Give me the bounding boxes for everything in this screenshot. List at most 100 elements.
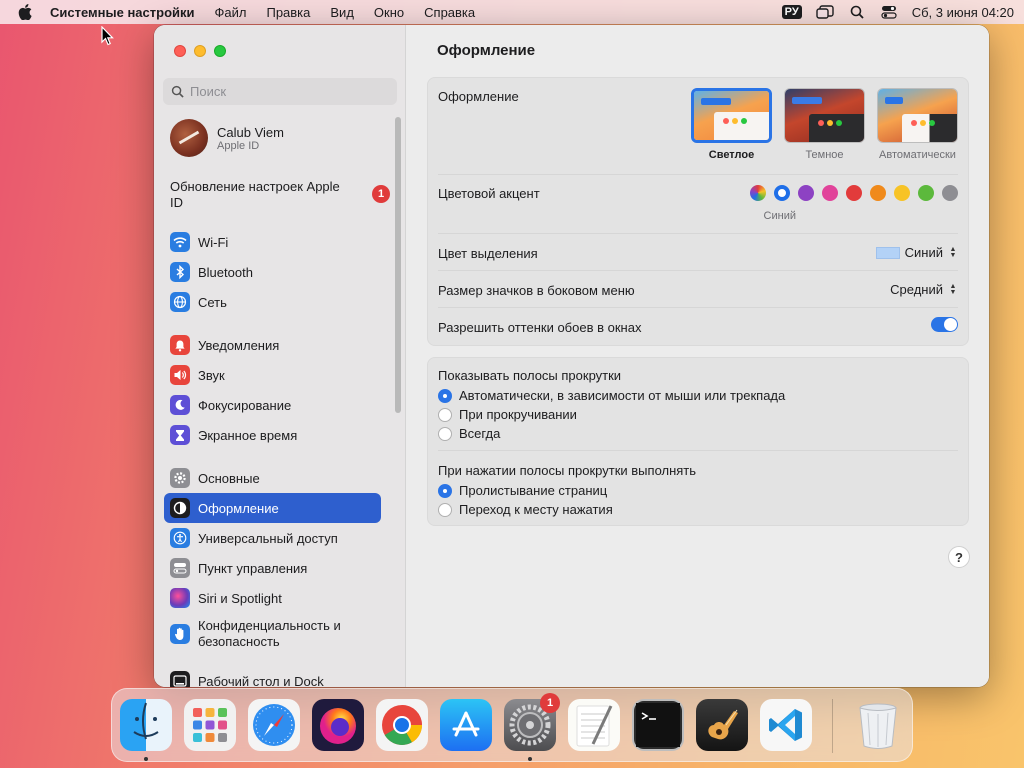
dock-app-launchpad[interactable] bbox=[184, 699, 236, 751]
appearance-option-dark[interactable]: Темное bbox=[784, 88, 865, 161]
apple-id-profile[interactable]: Calub Viem Apple ID bbox=[170, 119, 284, 157]
radio-label: При прокручивании bbox=[459, 407, 577, 422]
sidebar: Поиск Calub Viem Apple ID Обновление нас… bbox=[154, 25, 406, 687]
appearance-label: Оформление bbox=[438, 89, 519, 104]
control-center-icon[interactable] bbox=[880, 5, 898, 19]
highlight-color-popup[interactable]: Синий ▲ ▼ bbox=[875, 245, 958, 260]
zoom-window-button[interactable] bbox=[214, 45, 226, 57]
radio-button[interactable] bbox=[438, 483, 452, 498]
minimize-window-button[interactable] bbox=[194, 45, 206, 57]
radio-label: Всегда bbox=[459, 426, 501, 441]
wallpaper-tinting-toggle[interactable] bbox=[931, 317, 958, 332]
light-mode-thumbnail bbox=[691, 88, 772, 143]
sidebar-icon-size-popup[interactable]: Средний ▲ ▼ bbox=[890, 282, 958, 297]
radio-button[interactable] bbox=[438, 388, 452, 403]
accent-graphite[interactable] bbox=[942, 185, 958, 201]
sidebar-item-general[interactable]: Основные bbox=[164, 463, 381, 493]
sidebar-item-notifications[interactable]: Уведомления bbox=[164, 330, 381, 360]
apple-id-update-item[interactable]: Обновление настроек Apple ID 1 bbox=[170, 179, 390, 211]
radio-label: Автоматически, в зависимости от мыши или… bbox=[459, 388, 786, 403]
sidebar-item-sound[interactable]: Звук bbox=[164, 360, 381, 390]
accent-yellow[interactable] bbox=[894, 185, 910, 201]
menu-view[interactable]: Вид bbox=[320, 5, 364, 20]
radio-label: Переход к месту нажатия bbox=[459, 502, 613, 517]
sidebar-item-bluetooth[interactable]: Bluetooth bbox=[164, 257, 381, 287]
menu-edit[interactable]: Правка bbox=[256, 5, 320, 20]
radio-label: Пролистывание страниц bbox=[459, 483, 608, 498]
sidebar-item-control-center[interactable]: Пункт управления bbox=[164, 553, 381, 583]
sidebar-icon-size-value: Средний bbox=[890, 282, 943, 297]
stage-manager-icon[interactable] bbox=[816, 5, 834, 19]
dock-app-safari[interactable] bbox=[248, 699, 300, 751]
sidebar-item-wifi[interactable]: Wi-Fi bbox=[164, 227, 381, 257]
accent-red[interactable] bbox=[846, 185, 862, 201]
sidebar-item-desktop-dock[interactable]: Рабочий стол и Dock bbox=[164, 666, 381, 687]
dock-app-app-store[interactable] bbox=[440, 699, 492, 751]
scrollbars-option-always[interactable]: Всегда bbox=[438, 424, 785, 443]
spotlight-search-icon[interactable] bbox=[848, 5, 866, 19]
network-globe-icon bbox=[170, 292, 190, 312]
menu-window[interactable]: Окно bbox=[364, 5, 414, 20]
accent-color-swatches bbox=[750, 185, 958, 201]
menu-file[interactable]: Файл bbox=[205, 5, 257, 20]
firefox-icon bbox=[320, 708, 356, 744]
accent-purple[interactable] bbox=[798, 185, 814, 201]
close-window-button[interactable] bbox=[174, 45, 186, 57]
appearance-pane: Оформление Оформление Светлое Темное Авт… bbox=[406, 25, 989, 687]
popup-chevron-icon: ▲ ▼ bbox=[949, 245, 957, 259]
dock-app-firefox[interactable] bbox=[312, 699, 364, 751]
menu-app-name[interactable]: Системные настройки bbox=[40, 5, 205, 20]
sidebar-item-network[interactable]: Сеть bbox=[164, 287, 381, 317]
sidebar-item-screen-time[interactable]: Экранное время bbox=[164, 420, 381, 450]
search-placeholder: Поиск bbox=[190, 84, 227, 99]
menu-clock[interactable]: Сб, 3 июня 04:20 bbox=[912, 5, 1014, 20]
scrollbars-option-scrolling[interactable]: При прокручивании bbox=[438, 405, 785, 424]
scrollbar-settings-card: Показывать полосы прокрутки Автоматическ… bbox=[427, 357, 969, 526]
sidebar-icon-size-row: Размер значков в боковом меню Средний ▲ ▼ bbox=[438, 271, 958, 308]
sidebar-item-appearance[interactable]: Оформление bbox=[164, 493, 381, 523]
sidebar-item-label: Рабочий стол и Dock bbox=[198, 673, 324, 688]
radio-button[interactable] bbox=[438, 502, 452, 517]
dock-app-garageband[interactable] bbox=[696, 699, 748, 751]
siri-icon bbox=[170, 588, 190, 608]
control-center-icon bbox=[170, 558, 190, 578]
terminal-icon bbox=[636, 703, 680, 747]
scroll-click-option-jump[interactable]: Переход к месту нажатия bbox=[438, 500, 613, 519]
accent-selected-caption: Синий bbox=[763, 210, 796, 222]
running-indicator bbox=[528, 757, 532, 761]
chrome-icon bbox=[382, 705, 422, 745]
auto-mode-thumbnail bbox=[877, 88, 958, 143]
scrollbars-option-auto[interactable]: Автоматически, в зависимости от мыши или… bbox=[438, 386, 785, 405]
appearance-option-light[interactable]: Светлое bbox=[691, 88, 772, 161]
sidebar-icon-size-label: Размер значков в боковом меню bbox=[438, 283, 635, 298]
accent-blue[interactable] bbox=[774, 185, 790, 201]
scroll-click-option-next-page[interactable]: Пролистывание страниц bbox=[438, 481, 613, 500]
accent-pink[interactable] bbox=[822, 185, 838, 201]
radio-button[interactable] bbox=[438, 426, 452, 441]
dock-app-terminal[interactable] bbox=[632, 699, 684, 751]
search-input[interactable]: Поиск bbox=[163, 78, 397, 105]
radio-button[interactable] bbox=[438, 407, 452, 422]
appearance-option-auto[interactable]: Автоматически bbox=[877, 88, 958, 161]
accessibility-icon bbox=[170, 528, 190, 548]
show-scrollbars-label: Показывать полосы прокрутки bbox=[438, 368, 622, 383]
accent-multicolor[interactable] bbox=[750, 185, 766, 201]
sidebar-item-privacy[interactable]: Конфиденциальность и безопасность bbox=[164, 617, 381, 651]
sidebar-item-focus[interactable]: Фокусирование bbox=[164, 390, 381, 420]
menu-help[interactable]: Справка bbox=[414, 5, 485, 20]
help-button[interactable]: ? bbox=[948, 546, 970, 568]
apple-menu-icon[interactable] bbox=[10, 4, 40, 20]
dock-app-finder[interactable] bbox=[120, 699, 172, 751]
dock-app-textedit[interactable] bbox=[568, 699, 620, 751]
dock-app-trash[interactable] bbox=[852, 699, 904, 751]
sidebar-item-label: Конфиденциальность и безопасность bbox=[198, 618, 341, 649]
sidebar-item-siri-spotlight[interactable]: Siri и Spotlight bbox=[164, 583, 381, 613]
sidebar-scrollbar[interactable] bbox=[395, 117, 401, 413]
sidebar-item-accessibility[interactable]: Универсальный доступ bbox=[164, 523, 381, 553]
dock-app-vscode[interactable] bbox=[760, 699, 812, 751]
keyboard-layout-indicator[interactable]: РУ bbox=[781, 5, 802, 19]
dock-app-chrome[interactable] bbox=[376, 699, 428, 751]
accent-green[interactable] bbox=[918, 185, 934, 201]
desktop-dock-icon bbox=[170, 671, 190, 687]
accent-orange[interactable] bbox=[870, 185, 886, 201]
